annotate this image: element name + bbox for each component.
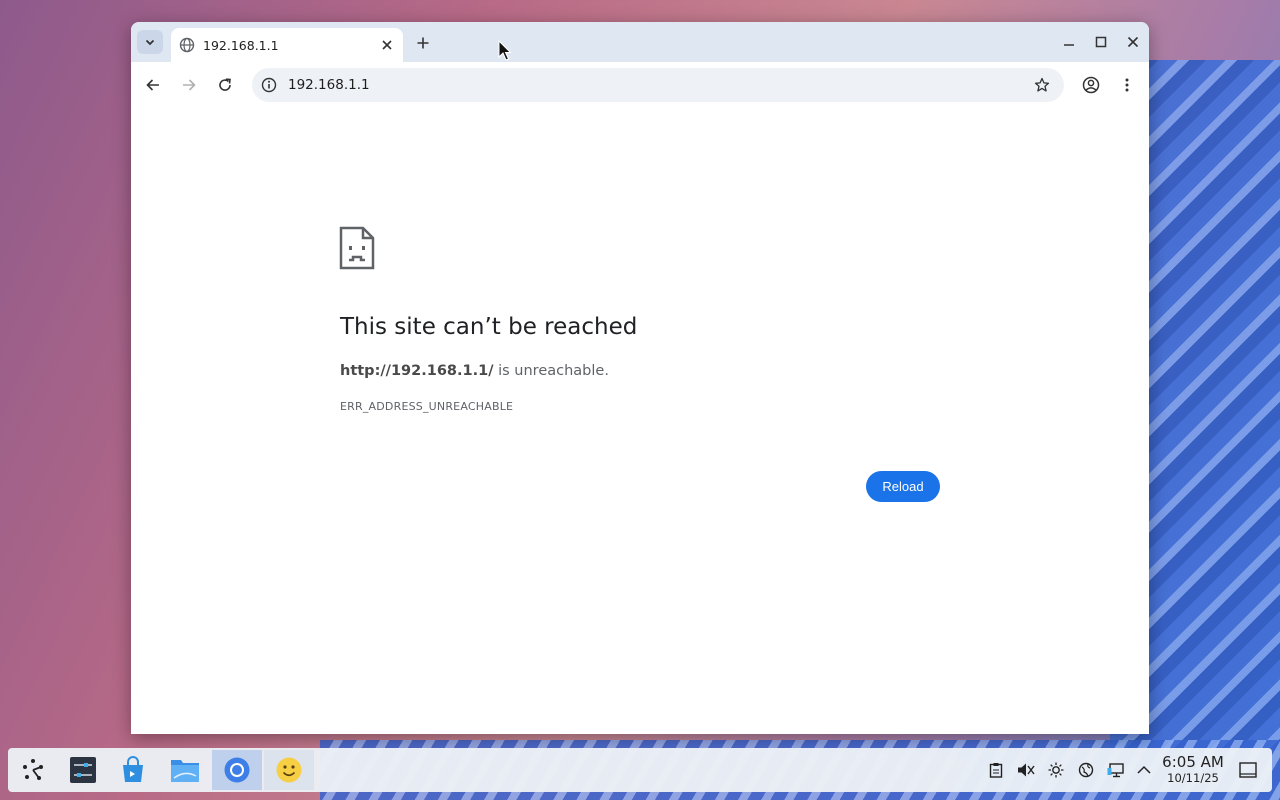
bookmark-button[interactable]: [1032, 75, 1052, 95]
tab-title: 192.168.1.1: [203, 37, 279, 53]
reload-button[interactable]: [213, 73, 237, 97]
info-icon: [261, 77, 277, 93]
reload-page-button[interactable]: Reload: [866, 471, 940, 502]
close-window-button[interactable]: [1122, 32, 1144, 52]
new-tab-button[interactable]: [412, 32, 434, 54]
sad-page-icon: [339, 226, 375, 270]
chevron-up-icon: [1137, 765, 1151, 774]
taskbar-clock[interactable]: 6:05 AM 10/11/25: [1158, 753, 1228, 786]
tray-brightness[interactable]: [1046, 760, 1066, 780]
plus-icon: [417, 37, 429, 49]
error-message-suffix: is unreachable.: [493, 363, 609, 379]
menu-button[interactable]: [1115, 73, 1139, 97]
taskbar-app-file-manager[interactable]: [160, 750, 210, 790]
minimize-button[interactable]: [1058, 32, 1080, 52]
clock-time: 6:05 AM: [1162, 753, 1224, 771]
tray-clipboard[interactable]: [986, 760, 1006, 780]
clipboard-icon: [989, 763, 1003, 778]
star-icon: [1034, 77, 1050, 92]
smiley-icon: [276, 757, 302, 783]
launcher-icon: [23, 759, 43, 780]
settings-icon: [70, 757, 96, 783]
mouse-cursor-icon: [498, 40, 512, 61]
taskbar-app-emoji[interactable]: [264, 750, 314, 790]
tray-expand[interactable]: [1134, 760, 1154, 780]
refresh-icon: [219, 78, 231, 91]
chromium-icon: [224, 757, 250, 783]
network-icon: [1078, 762, 1094, 778]
maximize-button[interactable]: [1090, 32, 1112, 52]
back-button[interactable]: [141, 73, 165, 97]
error-title: This site can’t be reached: [340, 314, 638, 340]
tab-close-button[interactable]: [377, 35, 397, 55]
maximize-icon: [1095, 36, 1107, 48]
arrow-right-icon: [183, 79, 196, 91]
address-bar[interactable]: 192.168.1.1: [252, 68, 1064, 102]
url-text[interactable]: 192.168.1.1: [288, 77, 1032, 93]
browser-toolbar: 192.168.1.1: [131, 62, 1149, 109]
taskbar: 6:05 AM 10/11/25: [8, 748, 1272, 792]
show-desktop-icon: [1239, 762, 1257, 778]
globe-icon: [179, 37, 195, 53]
brightness-icon: [1048, 762, 1064, 778]
error-url: http://192.168.1.1/: [340, 363, 494, 379]
chevron-down-icon: [145, 39, 155, 46]
error-code: ERR_ADDRESS_UNREACHABLE: [340, 400, 514, 413]
store-icon: [123, 756, 143, 782]
close-icon: [382, 40, 392, 50]
page-content: This site can’t be reached http://192.16…: [131, 108, 1149, 734]
volume-muted-icon: [1018, 763, 1035, 777]
title-bar: 192.168.1.1: [131, 22, 1149, 62]
minimize-icon: [1064, 44, 1074, 46]
tab-search-button[interactable]: [137, 30, 163, 54]
close-icon: [1127, 36, 1139, 48]
file-manager-icon: [171, 760, 199, 782]
tray-network[interactable]: [1076, 760, 1096, 780]
browser-window: 192.168.1.1 192.168.1.1 This site can’t …: [131, 22, 1149, 734]
show-desktop-button[interactable]: [1238, 760, 1258, 780]
taskbar-app-store[interactable]: [108, 750, 158, 790]
forward-button[interactable]: [177, 73, 201, 97]
arrow-left-icon: [146, 79, 159, 91]
site-info-button[interactable]: [260, 76, 278, 94]
error-message: http://192.168.1.1/ is unreachable.: [340, 363, 609, 379]
profile-button[interactable]: [1079, 73, 1103, 97]
taskbar-app-settings[interactable]: [58, 750, 108, 790]
app-launcher-button[interactable]: [8, 750, 58, 790]
taskbar-app-chromium[interactable]: [212, 750, 262, 790]
browser-tab[interactable]: 192.168.1.1: [171, 28, 403, 62]
display-icon: [1107, 763, 1124, 778]
account-icon: [1082, 76, 1100, 94]
more-vertical-icon: [1125, 78, 1129, 92]
tray-volume[interactable]: [1016, 760, 1036, 780]
clock-date: 10/11/25: [1167, 771, 1219, 785]
tray-display[interactable]: [1106, 760, 1126, 780]
